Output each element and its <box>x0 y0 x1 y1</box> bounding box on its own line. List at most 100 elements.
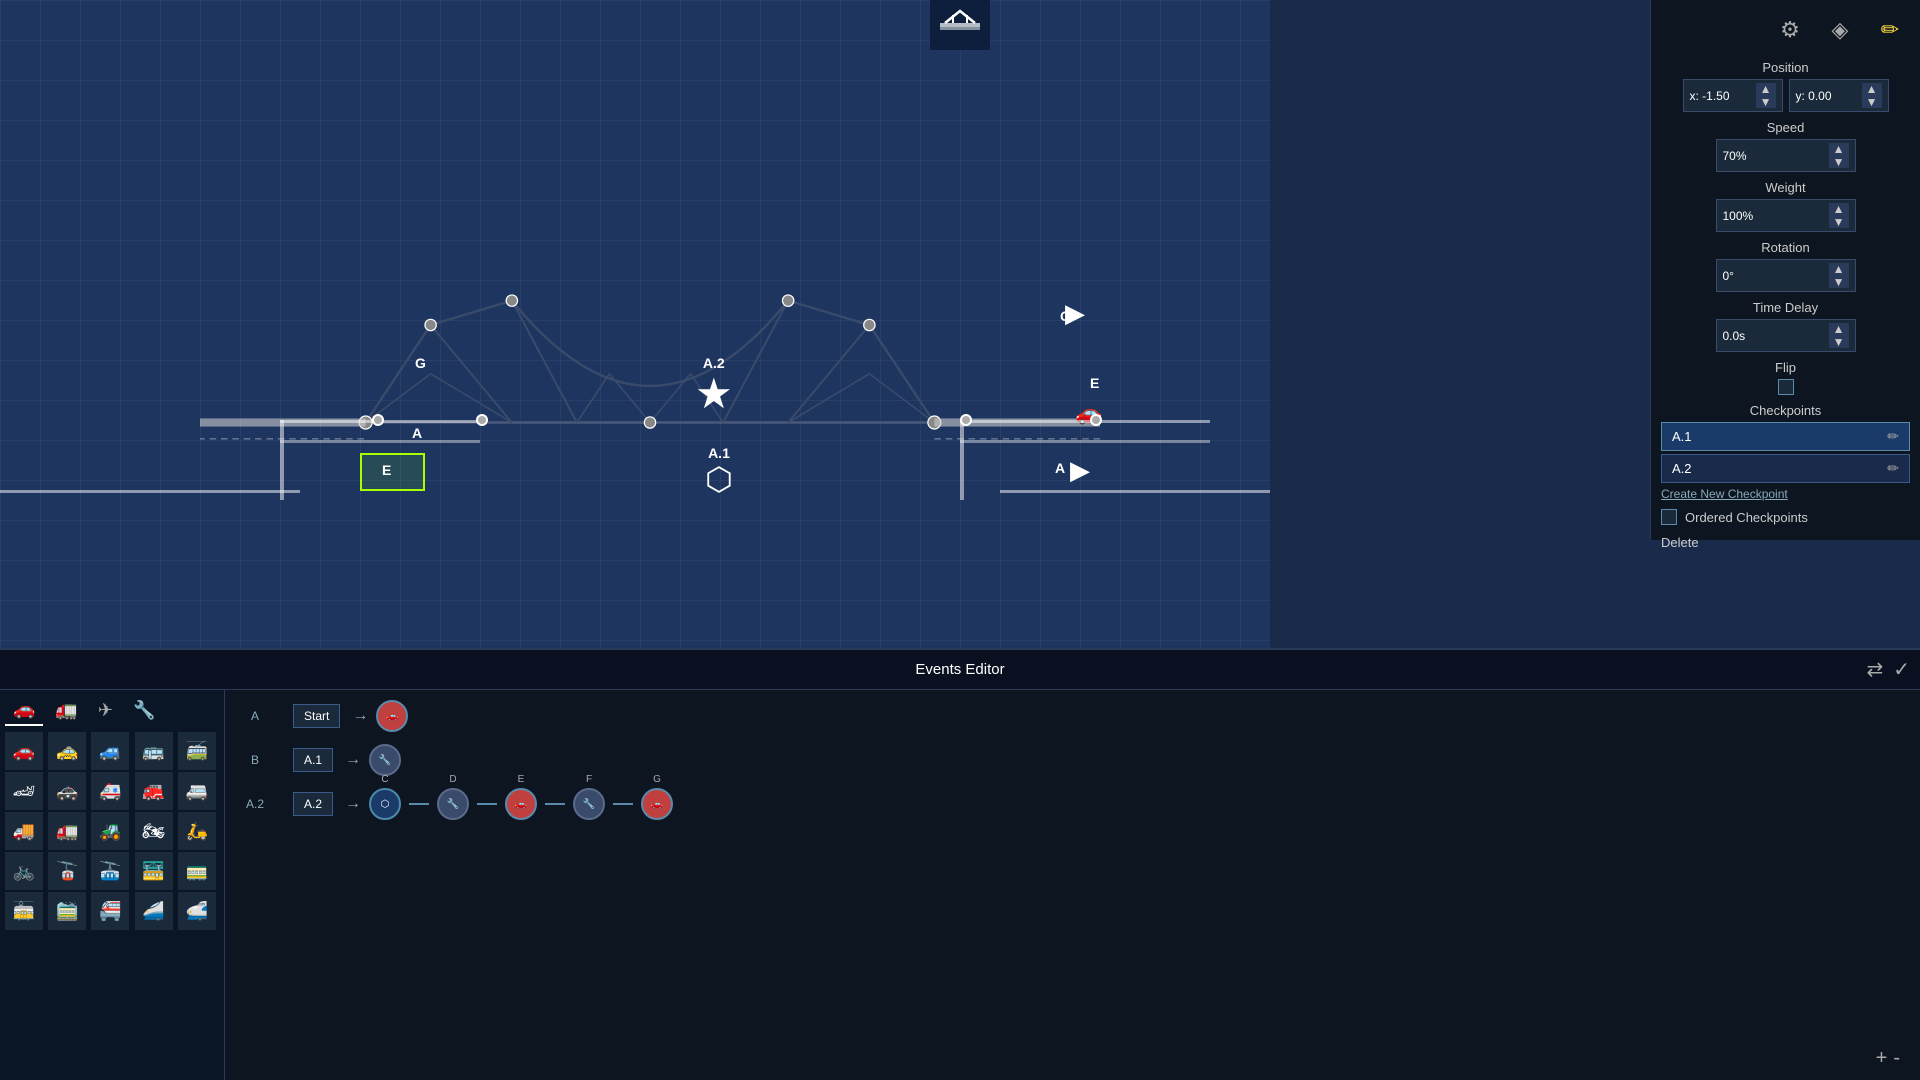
flag-right: ▶ <box>1065 298 1085 329</box>
speed-stepper[interactable]: ▲ ▼ <box>1829 143 1849 168</box>
events-icon-link[interactable]: ⇄ <box>1866 657 1883 682</box>
checkpoint-a2-edit-icon[interactable]: ✏ <box>1887 460 1899 477</box>
ordered-checkpoints-row: Ordered Checkpoints <box>1661 509 1910 525</box>
rail-h-right <box>960 420 1210 423</box>
node-f-label: F <box>586 774 592 785</box>
flip-row <box>1661 379 1910 395</box>
connector-c-d <box>409 803 429 805</box>
lane-c-label: A.2 <box>225 797 285 811</box>
vehicle-cell-14[interactable]: 🛵 <box>178 812 216 850</box>
joint-2 <box>476 414 488 426</box>
rotation-input[interactable]: 0° ▲ ▼ <box>1716 259 1856 292</box>
flip-checkbox[interactable] <box>1778 379 1794 395</box>
lane-a-label: A <box>225 709 285 723</box>
event-lanes: A Start → 🚗 B A.1 → 🔧 A.2 A.2 → <box>225 690 1920 1080</box>
node-g-label: G <box>653 774 661 785</box>
vehicle-cell-12[interactable]: 🚜 <box>91 812 129 850</box>
edit-button[interactable]: ✏ <box>1870 10 1910 50</box>
event-node-g[interactable]: G 🚗 <box>641 788 673 820</box>
connector-f-g <box>613 803 633 805</box>
vehicle-cell-21[interactable]: 🚞 <box>48 892 86 930</box>
vehicle-cell-1[interactable]: 🚕 <box>48 732 86 770</box>
joint-3 <box>960 414 972 426</box>
events-editor: Events Editor ⇄ ✓ 🚗 🚛 ✈ 🔧 🚗 🚕 🚙 🚌 🚎 🏎 🚓 <box>0 648 1920 1080</box>
vehicle-cell-8[interactable]: 🚒 <box>135 772 173 810</box>
bridge-structure <box>200 260 1100 520</box>
event-node-e[interactable]: E 🚗 <box>505 788 537 820</box>
vehicle-tab-car[interactable]: 🚗 <box>5 695 43 726</box>
vehicle-cell-13[interactable]: 🏍 <box>135 812 173 850</box>
label-e-left: E <box>382 462 391 478</box>
lane-b-arrow: → <box>345 751 361 769</box>
event-node-d[interactable]: D 🔧 <box>437 788 469 820</box>
settings-button[interactable]: ⚙ <box>1770 10 1810 50</box>
event-lane-a: A Start → 🚗 <box>225 700 1920 732</box>
view-button[interactable]: ◈ <box>1820 10 1860 50</box>
checkpoints-label: Checkpoints <box>1661 403 1910 418</box>
event-node-b-tool[interactable]: 🔧 <box>369 744 401 776</box>
vehicle-cell-3[interactable]: 🚌 <box>135 732 173 770</box>
checkpoint-item-a2[interactable]: A.2 ✏ <box>1661 454 1910 483</box>
vehicle-cell-24[interactable]: 🚅 <box>178 892 216 930</box>
node-b-icon: 🔧 <box>379 755 391 766</box>
position-y-stepper[interactable]: ▲ ▼ <box>1862 83 1882 108</box>
events-icon-check[interactable]: ✓ <box>1893 657 1910 682</box>
checkpoint-a2: A.2 ★ <box>695 355 733 415</box>
vehicle-cell-19[interactable]: 🚃 <box>178 852 216 890</box>
event-node-a-vehicle[interactable]: 🚗 <box>376 700 408 732</box>
vehicle-cell-2[interactable]: 🚙 <box>91 732 129 770</box>
vehicle-cell-5[interactable]: 🏎 <box>5 772 43 810</box>
speed-row: 70% ▲ ▼ <box>1661 139 1910 172</box>
position-x-stepper[interactable]: ▲ ▼ <box>1756 83 1776 108</box>
event-node-c[interactable]: C ⬡ <box>369 788 401 820</box>
vehicle-cell-16[interactable]: 🚡 <box>48 852 86 890</box>
position-x-value: x: -1.50 <box>1690 89 1730 103</box>
create-checkpoint-button[interactable]: Create New Checkpoint <box>1661 487 1788 501</box>
bridge-icon-button[interactable] <box>930 0 990 50</box>
vehicle-cell-9[interactable]: 🚐 <box>178 772 216 810</box>
zoom-in-button[interactable]: + <box>1876 1047 1888 1070</box>
checkpoint-a1-edit-icon[interactable]: ✏ <box>1887 428 1899 445</box>
vehicle-cell-18[interactable]: 🚟 <box>135 852 173 890</box>
vehicle-tab-plane[interactable]: ✈ <box>90 695 121 726</box>
weight-input[interactable]: 100% ▲ ▼ <box>1716 199 1856 232</box>
node-f-icon: 🔧 <box>583 799 595 810</box>
vehicle-cell-7[interactable]: 🚑 <box>91 772 129 810</box>
speed-input[interactable]: 70% ▲ ▼ <box>1716 139 1856 172</box>
vehicle-cell-10[interactable]: 🚚 <box>5 812 43 850</box>
weight-stepper[interactable]: ▲ ▼ <box>1829 203 1849 228</box>
node-c-icon: ⬡ <box>381 799 390 810</box>
vehicle-cell-22[interactable]: 🚝 <box>91 892 129 930</box>
rotation-stepper[interactable]: ▲ ▼ <box>1829 263 1849 288</box>
rotation-value: 0° <box>1723 269 1734 283</box>
time-delay-label: Time Delay <box>1661 300 1910 315</box>
position-y-input[interactable]: y: 0.00 ▲ ▼ <box>1789 79 1889 112</box>
vehicle-cell-6[interactable]: 🚓 <box>48 772 86 810</box>
panel-header-icons: ⚙ ◈ ✏ <box>1661 10 1910 50</box>
events-header-right: ⇄ ✓ <box>1866 657 1910 682</box>
vehicle-cell-11[interactable]: 🚛 <box>48 812 86 850</box>
label-e-right: E <box>1090 375 1099 391</box>
pillar-right <box>960 420 964 500</box>
vehicle-tab-truck[interactable]: 🚛 <box>47 695 85 726</box>
vehicle-tab-tool[interactable]: 🔧 <box>125 695 163 726</box>
vehicle-cell-20[interactable]: 🚋 <box>5 892 43 930</box>
position-x-input[interactable]: x: -1.50 ▲ ▼ <box>1683 79 1783 112</box>
event-lane-b: B A.1 → 🔧 <box>225 744 1920 776</box>
vehicle-cell-15[interactable]: 🚲 <box>5 852 43 890</box>
position-label: Position <box>1661 60 1910 75</box>
flip-label: Flip <box>1661 360 1910 375</box>
time-delay-stepper[interactable]: ▲ ▼ <box>1829 323 1849 348</box>
main-canvas: G A E A.2 ★ A.1 ⬡ G E A ▶ ▶ 🚗 <box>0 0 1270 648</box>
zoom-out-button[interactable]: - <box>1893 1047 1900 1070</box>
vehicle-cell-4[interactable]: 🚎 <box>178 732 216 770</box>
ordered-checkpoints-checkbox[interactable] <box>1661 509 1677 525</box>
event-node-f[interactable]: F 🔧 <box>573 788 605 820</box>
events-title: Events Editor <box>915 661 1004 678</box>
vehicle-cell-23[interactable]: 🚄 <box>135 892 173 930</box>
checkpoint-item-a1[interactable]: A.1 ✏ <box>1661 422 1910 451</box>
vehicle-cell-0[interactable]: 🚗 <box>5 732 43 770</box>
time-delay-input[interactable]: 0.0s ▲ ▼ <box>1716 319 1856 352</box>
delete-button[interactable]: Delete <box>1661 535 1699 550</box>
vehicle-cell-17[interactable]: 🚠 <box>91 852 129 890</box>
